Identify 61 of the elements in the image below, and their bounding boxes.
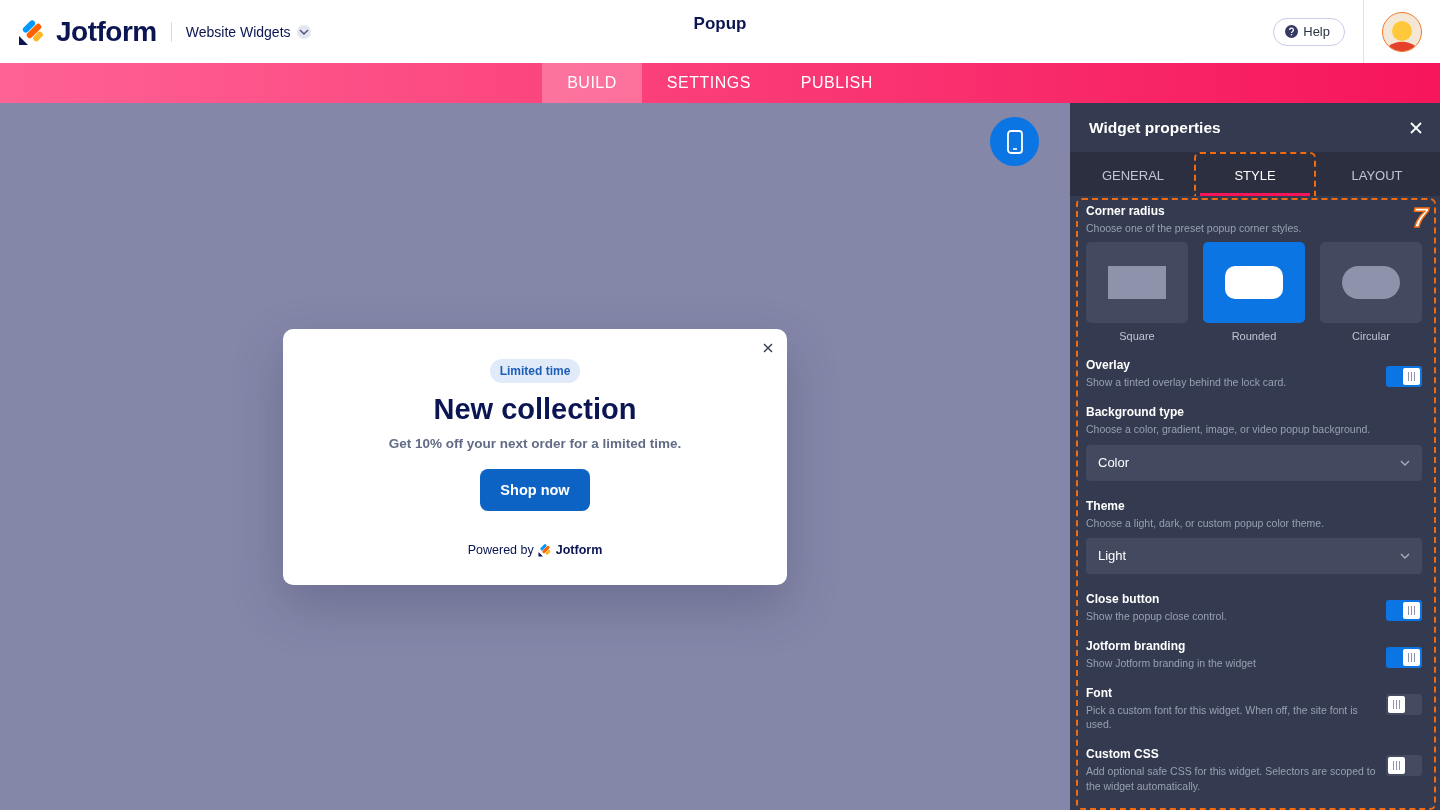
close-icon xyxy=(763,342,773,353)
setting-title: Font xyxy=(1086,686,1113,701)
popup-heading: New collection xyxy=(433,392,637,426)
mobile-preview-button[interactable] xyxy=(990,117,1039,166)
shape-preview-icon xyxy=(1342,266,1400,300)
option-label: Circular xyxy=(1352,330,1390,343)
popup-text: Get 10% off your next order for a limited time. xyxy=(388,435,682,451)
setting-title: Background type xyxy=(1086,405,1185,420)
panel-tab[interactable]: LAYOUT xyxy=(1316,152,1438,196)
option-label: Square xyxy=(1119,330,1155,343)
toggle-switch[interactable] xyxy=(1386,646,1422,668)
panel-title: Widget properties xyxy=(1089,118,1221,137)
caret-icon xyxy=(298,28,309,35)
corner-option[interactable] xyxy=(1320,242,1422,324)
option-label: Rounded xyxy=(1231,330,1277,343)
product-name[interactable]: Website Widgets xyxy=(185,23,291,40)
badge: Limited time xyxy=(489,358,581,383)
setting-description: Show the popup close control. xyxy=(1086,608,1228,623)
logo-icon xyxy=(537,542,552,557)
setting-title: Corner radius xyxy=(1086,204,1166,218)
select-field[interactable]: Color xyxy=(1086,444,1422,481)
corner-option[interactable] xyxy=(1203,242,1305,324)
setting-title: Close button xyxy=(1086,591,1161,606)
phone-icon xyxy=(1006,129,1023,154)
select-field[interactable]: Light xyxy=(1086,537,1422,574)
toggle-switch[interactable] xyxy=(1386,599,1422,621)
powered-by-text: Powered by xyxy=(467,542,534,557)
setting-title: Jotform branding xyxy=(1086,638,1187,653)
toggle-switch[interactable] xyxy=(1386,755,1422,777)
setting-title: Theme xyxy=(1086,498,1126,513)
close-button[interactable] xyxy=(1408,119,1424,136)
panel-tab[interactable]: GENERAL xyxy=(1072,152,1194,196)
close-icon xyxy=(1410,121,1422,134)
annotation-number: 7 xyxy=(1412,202,1428,234)
page-title: Popup xyxy=(693,14,747,34)
setting-description: Show a tinted overlay behind the lock card. xyxy=(1086,375,1288,390)
caret-icon xyxy=(1400,459,1410,466)
nav-tab[interactable]: PUBLISH xyxy=(775,63,898,103)
setting-description: Pick a custom font for this widget. When off, the site font is used. xyxy=(1086,703,1359,732)
setting-description: Choose a light, dark, or custom popup color theme. xyxy=(1086,515,1326,530)
shape-preview-icon xyxy=(1108,266,1166,300)
setting-title: Custom CSS xyxy=(1086,747,1160,762)
setting-description: Show Jotform branding in the widget xyxy=(1086,655,1257,671)
help-icon xyxy=(1285,25,1299,38)
logo-icon xyxy=(18,17,46,46)
shop-button[interactable]: Shop now xyxy=(480,468,590,511)
setting-description: Choose one of the preset popup corner styles. xyxy=(1086,221,1303,236)
toggle-switch[interactable] xyxy=(1386,694,1422,716)
setting-title: Overlay xyxy=(1086,358,1132,373)
setting-description: Add optional safe CSS for this widget. Selectors are scoped to the widget automatically. xyxy=(1086,764,1377,793)
brand-name: Jotform xyxy=(56,15,157,48)
panel-tab[interactable]: STYLE xyxy=(1194,152,1316,196)
toggle-switch[interactable] xyxy=(1386,366,1422,388)
caret-icon xyxy=(1400,552,1410,559)
corner-option[interactable] xyxy=(1086,242,1188,324)
setting-description: Choose a color, gradient, image, or video popup background. xyxy=(1086,422,1372,437)
help-button[interactable]: Help xyxy=(1273,17,1345,46)
brand-name: Jotform xyxy=(555,542,603,557)
dropdown-icon[interactable] xyxy=(296,24,311,39)
shape-preview-icon xyxy=(1225,266,1283,300)
avatar[interactable] xyxy=(1382,11,1422,52)
